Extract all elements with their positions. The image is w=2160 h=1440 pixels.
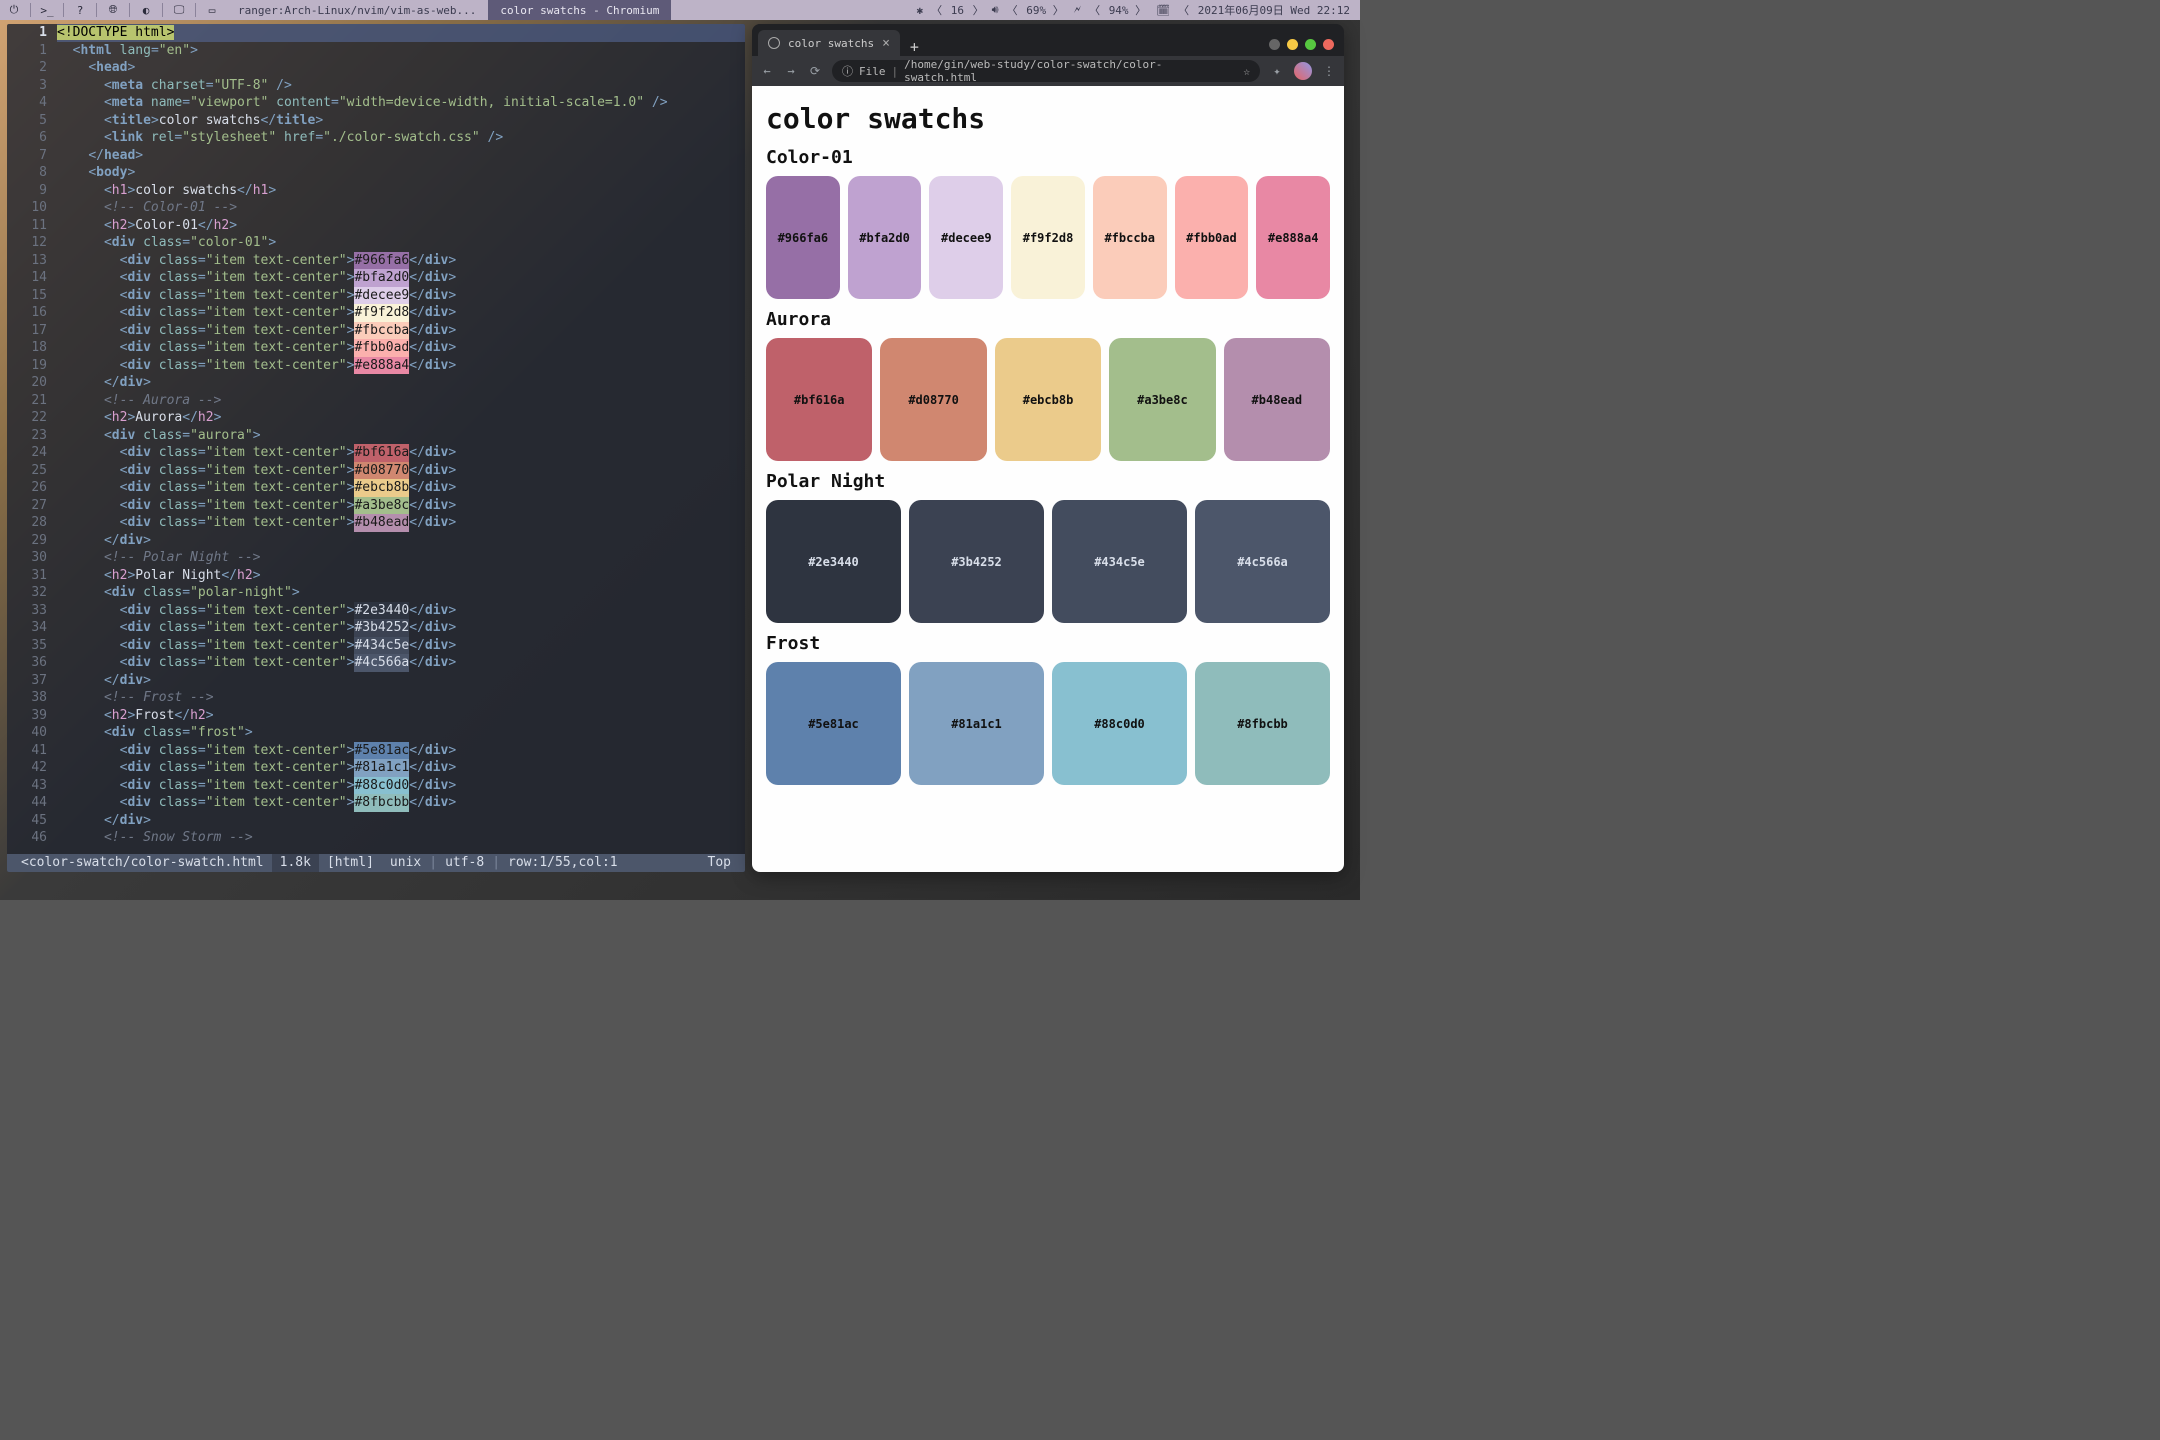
swatch-row-color01: #966fa6 #bfa2d0 #decee9 #f9f2d8 #fbccba … [766, 176, 1330, 299]
swatch-row-polar-night: #2e3440 #3b4252 #434c5e #4c566a [766, 500, 1330, 623]
close-tab-icon[interactable]: × [882, 36, 890, 51]
volume-icon[interactable]: 🔊︎ [990, 3, 1001, 17]
extensions-icon[interactable]: ✦ [1270, 64, 1284, 78]
swatch: #4c566a [1195, 500, 1330, 623]
editor-statusline: <color-swatch/color-swatch.html 1.8k [ht… [7, 854, 745, 872]
window-maximize-icon[interactable] [1305, 39, 1316, 50]
menu-icon[interactable]: ⋮ [1322, 64, 1336, 78]
swatch: #8fbcbb [1195, 662, 1330, 785]
swatch: #ebcb8b [995, 338, 1101, 461]
swatch: #3b4252 [909, 500, 1044, 623]
window-minimize-icon[interactable] [1287, 39, 1298, 50]
browser-tab[interactable]: color swatchs × [758, 30, 900, 56]
swatch: #88c0d0 [1052, 662, 1187, 785]
swatch: #5e81ac [766, 662, 901, 785]
status-fileformat: unix [382, 854, 429, 872]
help-icon[interactable]: ? [66, 0, 94, 20]
tab-favicon [768, 37, 780, 49]
group-heading-frost: Frost [766, 633, 1330, 654]
swatch: #966fa6 [766, 176, 840, 299]
taskbar-right: ✱ 〈 16 〉 🔊︎ 〈 69% 〉 🗲 〈 94% 〉 🗓︎ 〈 2021年… [915, 2, 1360, 18]
calendar-icon: 🗓︎ [1154, 4, 1172, 17]
monitor-icon[interactable]: 🖵︎ [165, 0, 193, 20]
status-scroll: Top [700, 854, 739, 872]
status-position: row:1/55,col:1 [500, 854, 626, 872]
browser-window[interactable]: color swatchs × + ← → ⟳ ⓘ File | /home/g… [752, 24, 1344, 872]
window-placeholder-icon [1269, 39, 1280, 50]
status-size: 1.8k [272, 854, 319, 872]
taskbar: ⏻ >_ ? 🌐︎ ◐ 🖵︎ ▭ ranger:Arch-Linux/nvim/… [0, 0, 1360, 20]
swatch: #b48ead [1224, 338, 1330, 461]
browser-toolbar: ← → ⟳ ⓘ File | /home/gin/web-study/color… [752, 56, 1344, 86]
swatch: #e888a4 [1256, 176, 1330, 299]
group-heading-aurora: Aurora [766, 309, 1330, 330]
url-text: /home/gin/web-study/color-swatch/color-s… [904, 58, 1231, 84]
address-bar[interactable]: ⓘ File | /home/gin/web-study/color-swatc… [832, 60, 1260, 82]
status-path: <color-swatch/color-swatch.html [13, 854, 272, 872]
terminal-icon[interactable]: >_ [33, 0, 61, 20]
star-icon: ✱ [915, 4, 926, 17]
page-title: color swatchs [766, 102, 1330, 135]
volume-value: 〈 69% 〉 [1005, 2, 1068, 18]
swatch: #fbccba [1093, 176, 1167, 299]
gutter: 1 [7, 24, 57, 42]
info-icon[interactable]: ⓘ [842, 63, 853, 79]
swatch: #2e3440 [766, 500, 901, 623]
swatch: #a3be8c [1109, 338, 1215, 461]
swatch: #bfa2d0 [848, 176, 922, 299]
taskbar-task-chromium[interactable]: color swatchs - Chromium [488, 0, 671, 20]
globe-icon[interactable]: 🌐︎ [99, 0, 127, 20]
tab-title: color swatchs [788, 37, 874, 50]
new-tab-button[interactable]: + [900, 38, 929, 56]
swatch: #434c5e [1052, 500, 1187, 623]
swatch: #81a1c1 [909, 662, 1044, 785]
clock: 〈 2021年06月09日 Wed 22:12 [1176, 2, 1354, 18]
back-icon[interactable]: ← [760, 64, 774, 78]
workspace-indicator: 〈 16 〉 [929, 2, 986, 18]
editor-pane[interactable]: 1<!DOCTYPE html> 1 <html lang="en"> 2 <h… [7, 24, 745, 872]
swatch: #fbb0ad [1175, 176, 1249, 299]
taskbar-task-ranger[interactable]: ranger:Arch-Linux/nvim/vim-as-web... [226, 0, 488, 20]
group-heading-color01: Color-01 [766, 147, 1330, 168]
swatch: #decee9 [929, 176, 1003, 299]
swatch-row-aurora: #bf616a #d08770 #ebcb8b #a3be8c #b48ead [766, 338, 1330, 461]
group-heading-polar-night: Polar Night [766, 471, 1330, 492]
taskbar-left: ⏻ >_ ? 🌐︎ ◐ 🖵︎ ▭ ranger:Arch-Linux/nvim/… [0, 0, 671, 20]
browser-viewport[interactable]: color swatchs Color-01 #966fa6 #bfa2d0 #… [752, 86, 1344, 872]
browser-tabbar: color swatchs × + [752, 24, 1344, 56]
code-area[interactable]: 1<!DOCTYPE html> 1 <html lang="en"> 2 <h… [7, 24, 745, 847]
url-scheme: File [859, 65, 886, 78]
reload-icon[interactable]: ⟳ [808, 64, 822, 78]
power-icon[interactable]: ⏻ [0, 0, 28, 20]
swatch-row-frost: #5e81ac #81a1c1 #88c0d0 #8fbcbb [766, 662, 1330, 785]
swatch: #f9f2d8 [1011, 176, 1085, 299]
status-encoding: utf-8 [437, 854, 492, 872]
circle-half-icon[interactable]: ◐ [132, 0, 160, 20]
bookmark-icon[interactable]: ☆ [1243, 65, 1250, 78]
forward-icon[interactable]: → [784, 64, 798, 78]
window-close-icon[interactable] [1323, 39, 1334, 50]
profile-avatar[interactable] [1294, 62, 1312, 80]
swatch: #d08770 [880, 338, 986, 461]
battery-icon: 🗲 [1072, 3, 1083, 17]
status-filetype: [html] [319, 854, 382, 872]
swatch: #bf616a [766, 338, 872, 461]
layout-icon[interactable]: ▭ [198, 0, 226, 20]
battery-value: 〈 94% 〉 [1087, 2, 1150, 18]
